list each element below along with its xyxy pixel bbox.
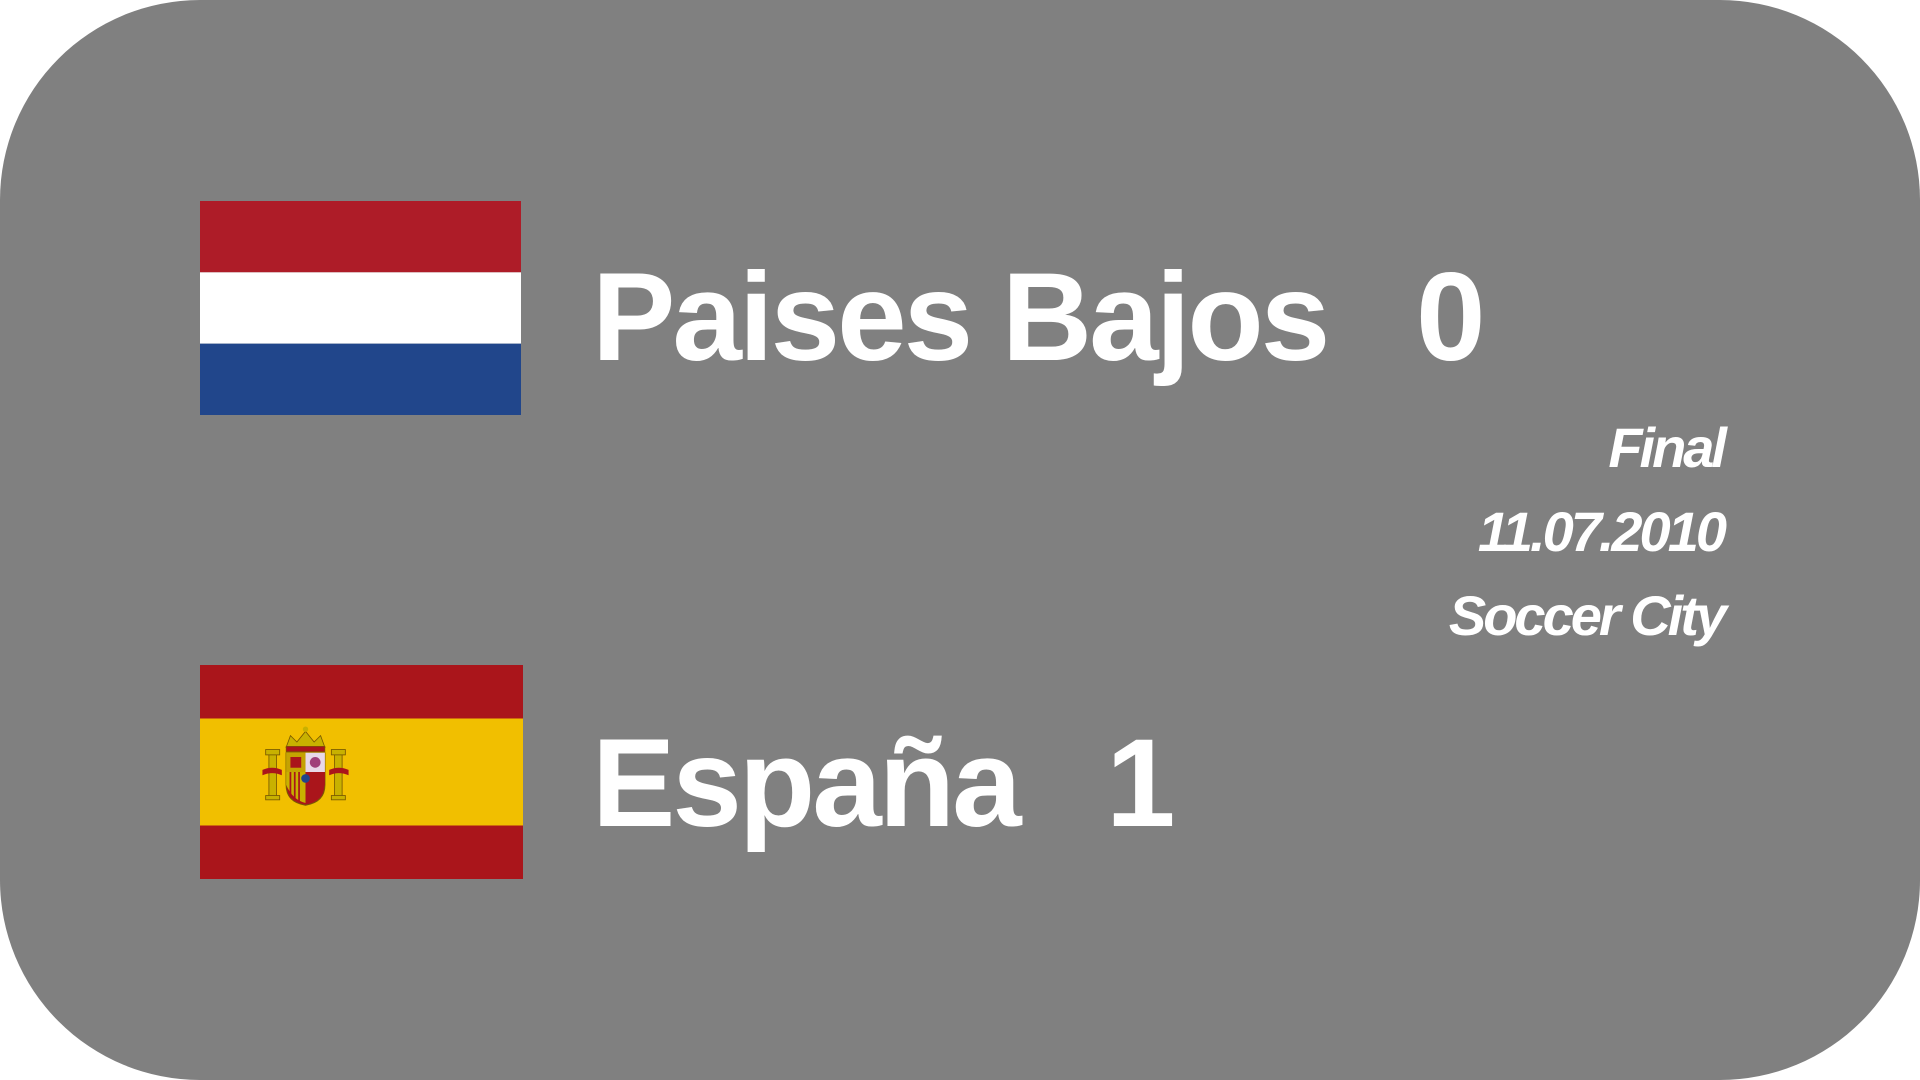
match-venue: Soccer City (1448, 584, 1727, 647)
away-team-name: España (592, 714, 1022, 853)
match-date: 11.07.2010 (1477, 500, 1727, 563)
match-stage: Final (1608, 416, 1727, 479)
match-scorecard: Paises Bajos 0 Final 11.07.2010 Soccer C… (0, 0, 1920, 1080)
away-team-score: 1 (1106, 714, 1176, 853)
home-team-score: 0 (1416, 248, 1486, 387)
netherlands-flag-icon (200, 201, 521, 415)
home-team-name: Paises Bajos (592, 248, 1330, 387)
spain-flag-icon (200, 665, 523, 879)
